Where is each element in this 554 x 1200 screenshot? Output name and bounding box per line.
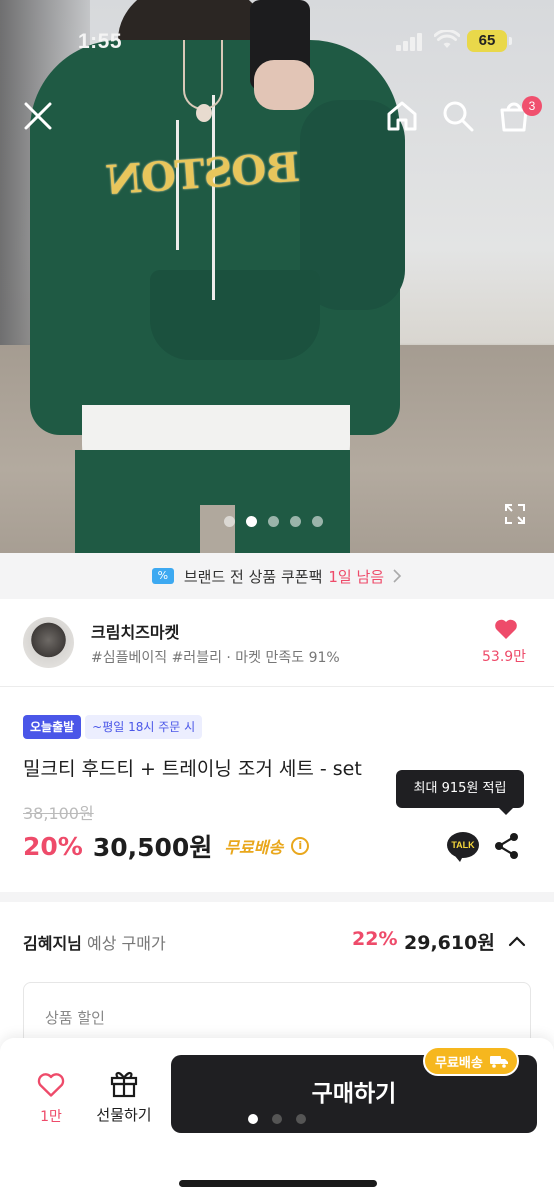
expand-icon[interactable] — [503, 502, 527, 526]
chevron-right-icon — [393, 569, 402, 583]
shop-tags: #심플베이직 #러블리 · 마켓 만족도 91% — [91, 650, 340, 666]
gift-label: 선물하기 — [96, 1106, 152, 1124]
gallery-pagination — [224, 516, 323, 528]
close-icon[interactable] — [20, 98, 56, 134]
free-shipping-pill-label: 무료배송 — [435, 1055, 483, 1071]
status-time: 1:55 — [78, 30, 123, 53]
bottom-action-bar: 1만 선물하기 구매하기 무료배송 — [0, 1038, 554, 1200]
coupon-banner[interactable]: % 브랜드 전 상품 쿠폰팩 1일 남음 — [0, 553, 554, 599]
original-price: 38,100원 — [23, 804, 94, 823]
gift-button[interactable]: 선물하기 — [92, 1068, 156, 1130]
pagination-dot[interactable] — [272, 1114, 282, 1124]
share-icon[interactable] — [494, 832, 520, 860]
truck-icon — [489, 1056, 508, 1068]
today-shipping-badge: 오늘출발 — [23, 715, 82, 739]
info-icon[interactable]: i — [291, 837, 310, 855]
photo-hoodie-pocket — [150, 270, 320, 360]
expected-price: 29,610원 — [404, 932, 495, 954]
photo-pendant — [196, 104, 212, 122]
expected-discount-rate: 22% — [352, 928, 398, 950]
expected-price-label: 김혜지님 예상 구매가 — [23, 930, 166, 954]
wishlist-button[interactable]: 1만 — [34, 1072, 68, 1128]
coupon-icon: % — [151, 568, 174, 584]
pagination-dot-active[interactable] — [246, 516, 257, 527]
pagination-dot[interactable] — [268, 516, 279, 527]
pagination-dot[interactable] — [224, 516, 235, 527]
coupon-banner-text: 브랜드 전 상품 쿠폰팩 — [183, 567, 323, 586]
user-name: 김혜지님 — [23, 934, 82, 953]
battery-icon: 65 — [467, 30, 512, 52]
free-shipping-pill: 무료배송 — [423, 1046, 519, 1076]
free-shipping-label: 무료배송 — [224, 838, 284, 857]
kakao-talk-icon[interactable]: TALK — [447, 832, 479, 862]
shop-like-count: 53.9만 — [482, 649, 527, 665]
heart-icon[interactable] — [494, 618, 518, 640]
pagination-dot[interactable] — [312, 516, 323, 527]
product-image-gallery[interactable]: BOSTON — [0, 0, 554, 553]
search-icon[interactable] — [440, 98, 476, 134]
cart-count-badge: 3 — [522, 96, 542, 116]
sale-price: 30,500원 — [92, 833, 213, 862]
bottom-pagination — [248, 1114, 306, 1124]
gift-icon — [110, 1072, 138, 1098]
pagination-dot[interactable] — [296, 1114, 306, 1124]
chevron-up-icon[interactable] — [506, 930, 528, 952]
expected-price-caption: 예상 구매가 — [81, 934, 166, 953]
shop-avatar[interactable] — [23, 617, 74, 668]
product-title: 밀크티 후드티 + 트레이닝 조거 세트 - set — [23, 758, 362, 780]
signal-icon — [396, 33, 426, 51]
heart-outline-icon — [37, 1073, 65, 1097]
pagination-dot[interactable] — [290, 516, 301, 527]
wishlist-count: 1만 — [40, 1109, 62, 1125]
shop-name[interactable]: 크림치즈마켓 — [91, 619, 179, 643]
shipping-cutoff-badge: ~평일 18시 주문 시 — [85, 715, 203, 739]
home-indicator — [179, 1180, 377, 1187]
home-icon[interactable] — [384, 98, 420, 134]
points-tooltip: 최대 915원 적립 — [396, 770, 524, 815]
status-bar: 1:55 65 — [0, 0, 554, 80]
coupon-remaining: 1일 남음 — [328, 567, 385, 586]
expected-price-row[interactable]: 김혜지님 예상 구매가 22% 29,610원 — [0, 902, 554, 976]
wifi-icon — [434, 30, 460, 48]
pagination-dot-active[interactable] — [248, 1114, 258, 1124]
delivery-badges: 오늘출발 ~평일 18시 주문 시 — [23, 715, 203, 739]
discount-rate: 20% — [23, 831, 83, 861]
photo-pants-gap — [200, 505, 235, 553]
price-row: 20% 30,500원 무료배송 i — [23, 828, 310, 864]
section-divider — [0, 892, 554, 902]
shop-info[interactable]: 크림치즈마켓 #심플베이직 #러블리 · 마켓 만족도 91% 53.9만 — [0, 599, 554, 687]
product-discount-label: 상품 할인 — [45, 1009, 105, 1027]
